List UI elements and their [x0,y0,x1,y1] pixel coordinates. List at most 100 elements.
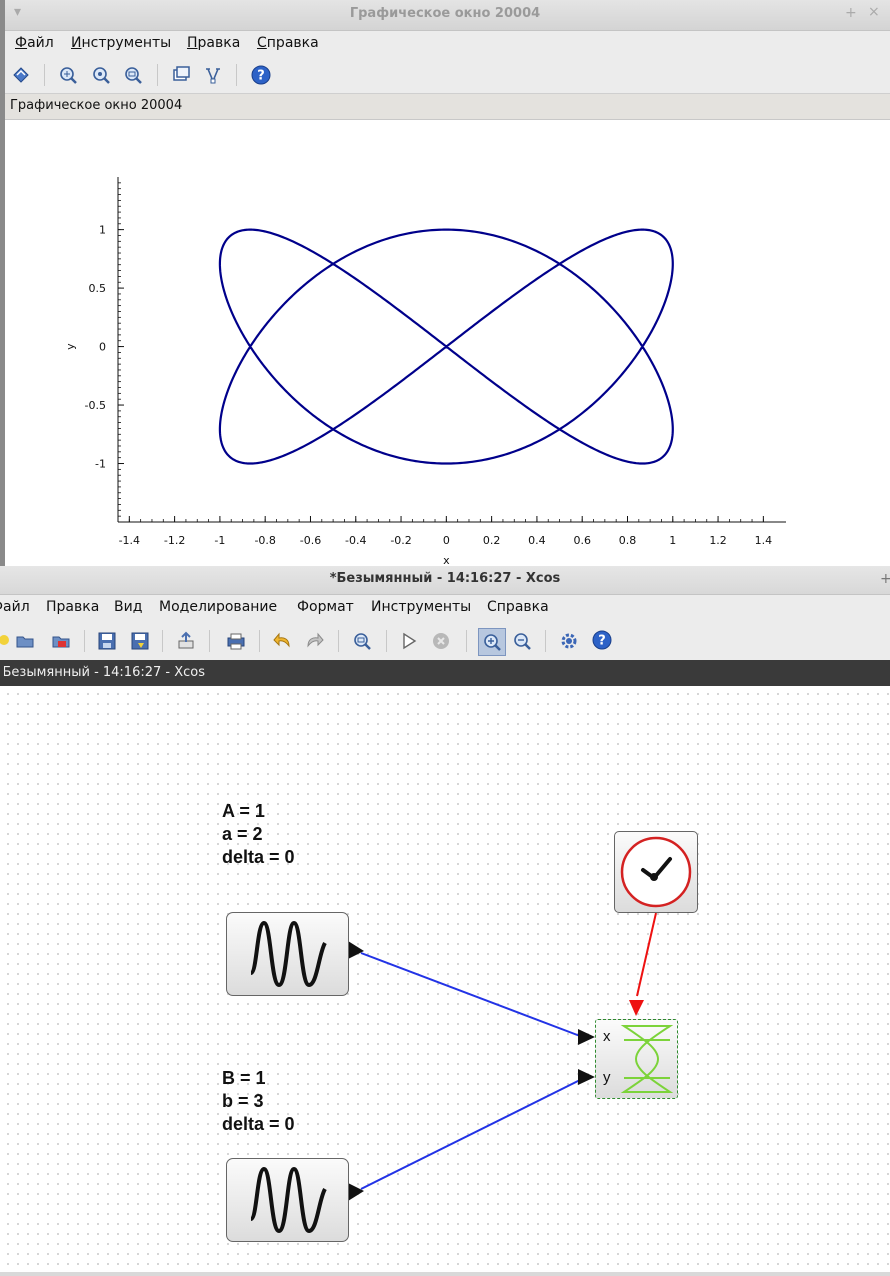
open-folder-icon[interactable] [14,630,36,652]
diagram-canvas[interactable]: A = 1 a = 2 delta = 0 B = 1 b = 3 delta … [0,686,890,1272]
scope-input-y-port [578,1069,595,1085]
event-link-clock[interactable] [636,912,657,997]
toolbar-separator [259,630,260,652]
xcos-status-edge [0,1272,890,1276]
x-tick-label: -1 [214,534,225,547]
export-icon[interactable] [175,630,197,652]
open-file-icon[interactable] [50,630,72,652]
x-axis-ticks: -1.4 -1.2 -1 -0.8 -0.6 -0.4 -0.2 0 0.2 0.4 0.6 0.8 1… [119,516,772,547]
scope-event-input-port [629,1000,644,1016]
help-icon[interactable]: ? [250,64,272,86]
graphic-window-toolbar: ? [0,57,890,94]
toolbar-separator [236,64,237,86]
zoom-region-icon[interactable] [57,64,79,86]
redo-icon[interactable] [304,630,326,652]
lissajous-plot[interactable]: -1.4 -1.2 -1 -0.8 -0.6 -0.4 -0.2 0 0.2 0.4 0.6 0.8 1… [0,120,890,566]
clock-icon [620,836,692,908]
maximize-icon[interactable]: + [845,5,857,21]
x-tick-label: -1.4 [119,534,140,547]
toolbar-separator [157,64,158,86]
toolbar-separator [162,630,163,652]
xcos-window: *Безымянный - 14:16:27 - Xcos + Файл Пра… [0,566,890,1276]
toolbar-separator [386,630,387,652]
datatip-icon[interactable] [170,64,192,86]
zoom-in-icon[interactable] [478,628,506,656]
toolbar-separator [466,630,467,652]
graphic-window-title: Графическое окно 20004 [349,6,541,21]
x-tick-label: 1 [669,534,676,547]
sine2-output-port [348,1183,364,1201]
menu-edit[interactable]: Правка [187,35,240,51]
xcos-diagram-tab-title: *Безымянный - 14:16:27 - Xcos [0,665,206,680]
xy-scope-block[interactable]: x y [595,1019,678,1099]
menu-file[interactable]: Файл [0,599,30,615]
diagram-links [348,900,663,1201]
data-editor-icon[interactable] [202,64,224,86]
maximize-icon[interactable]: + [880,571,890,587]
port-label-y: y [603,1069,611,1086]
x-axis-label: x [443,554,450,566]
x-tick-label: 1.2 [709,534,727,547]
x-tick-label: 0 [443,534,450,547]
left-window-edge [0,0,5,566]
menu-help[interactable]: Справка [487,599,549,615]
rotate-icon[interactable] [10,64,32,86]
xcos-window-title: *Безымянный - 14:16:27 - Xcos [329,571,561,586]
start-simulation-icon[interactable] [398,630,420,652]
link-sine1-to-x[interactable] [360,952,581,1037]
xcos-menubar: Файл Правка Вид Моделирование Формат Инс… [0,595,890,622]
y-tick-label: 0 [99,341,106,354]
sine-wave-icon [249,1166,327,1234]
graphic-window-menubar: Файл Инструменты Правка Справка [0,31,890,57]
sine-generator-block-b[interactable] [226,1158,349,1242]
menu-help[interactable]: Справка [257,35,319,51]
help-icon[interactable]: ? [591,629,613,651]
menu-file[interactable]: Файл [15,35,54,51]
save-icon[interactable] [96,630,118,652]
save-as-icon[interactable] [129,630,151,652]
toolbar-separator [338,630,339,652]
xcos-diagram-tab[interactable]: *Безымянный - 14:16:27 - Xcos [0,660,890,686]
setup-gear-icon[interactable] [558,630,580,652]
menu-tools[interactable]: Инструменты [371,599,471,615]
x-tick-label: -0.2 [390,534,411,547]
svg-text:?: ? [598,634,606,649]
y-tick-label: -0.5 [85,399,106,412]
menu-simulation[interactable]: Моделирование [159,599,277,615]
graphic-window-tab-title: Графическое окно 20004 [10,98,183,113]
x-tick-label: -0.6 [300,534,321,547]
x-tick-label: -0.8 [254,534,275,547]
clock-block[interactable] [614,831,698,913]
svg-text:?: ? [257,69,265,84]
lissajous-curve [218,228,674,465]
graphic-window: ▾ Графическое окно 20004 + × Файл Инстру… [0,0,890,566]
print-icon[interactable] [225,630,247,652]
x-tick-label: -1.2 [164,534,185,547]
menu-format[interactable]: Формат [297,599,354,615]
y-tick-label: -1 [95,458,106,471]
scope-input-x-port [578,1029,595,1045]
sine-wave-icon [249,920,327,988]
x-tick-label: 0.4 [528,534,546,547]
link-sine2-to-y[interactable] [360,1079,581,1190]
graphic-window-tab[interactable]: Графическое окно 20004 [0,94,890,120]
toolbar-separator [545,630,546,652]
zoom-out-icon[interactable] [511,630,533,652]
y-tick-label: 1 [99,224,106,237]
undo-icon[interactable] [271,630,293,652]
zoom-out-icon[interactable] [122,64,144,86]
graphic-window-titlebar[interactable]: ▾ Графическое окно 20004 + × [0,0,890,31]
x-tick-label: 0.6 [573,534,591,547]
stop-simulation-icon[interactable] [430,630,452,652]
sine-generator-block-a[interactable] [226,912,349,996]
menu-view[interactable]: Вид [114,599,142,615]
toolbar-separator [209,630,210,652]
zoom-in-icon[interactable] [90,64,112,86]
menu-tools[interactable]: Инструменты [71,35,171,51]
close-icon[interactable]: × [868,4,880,20]
y-axis-label: y [64,343,77,350]
xcos-window-titlebar[interactable]: *Безымянный - 14:16:27 - Xcos + [0,566,890,595]
toolbar-separator [84,630,85,652]
menu-edit[interactable]: Правка [46,599,99,615]
fit-diagram-icon[interactable] [351,630,373,652]
